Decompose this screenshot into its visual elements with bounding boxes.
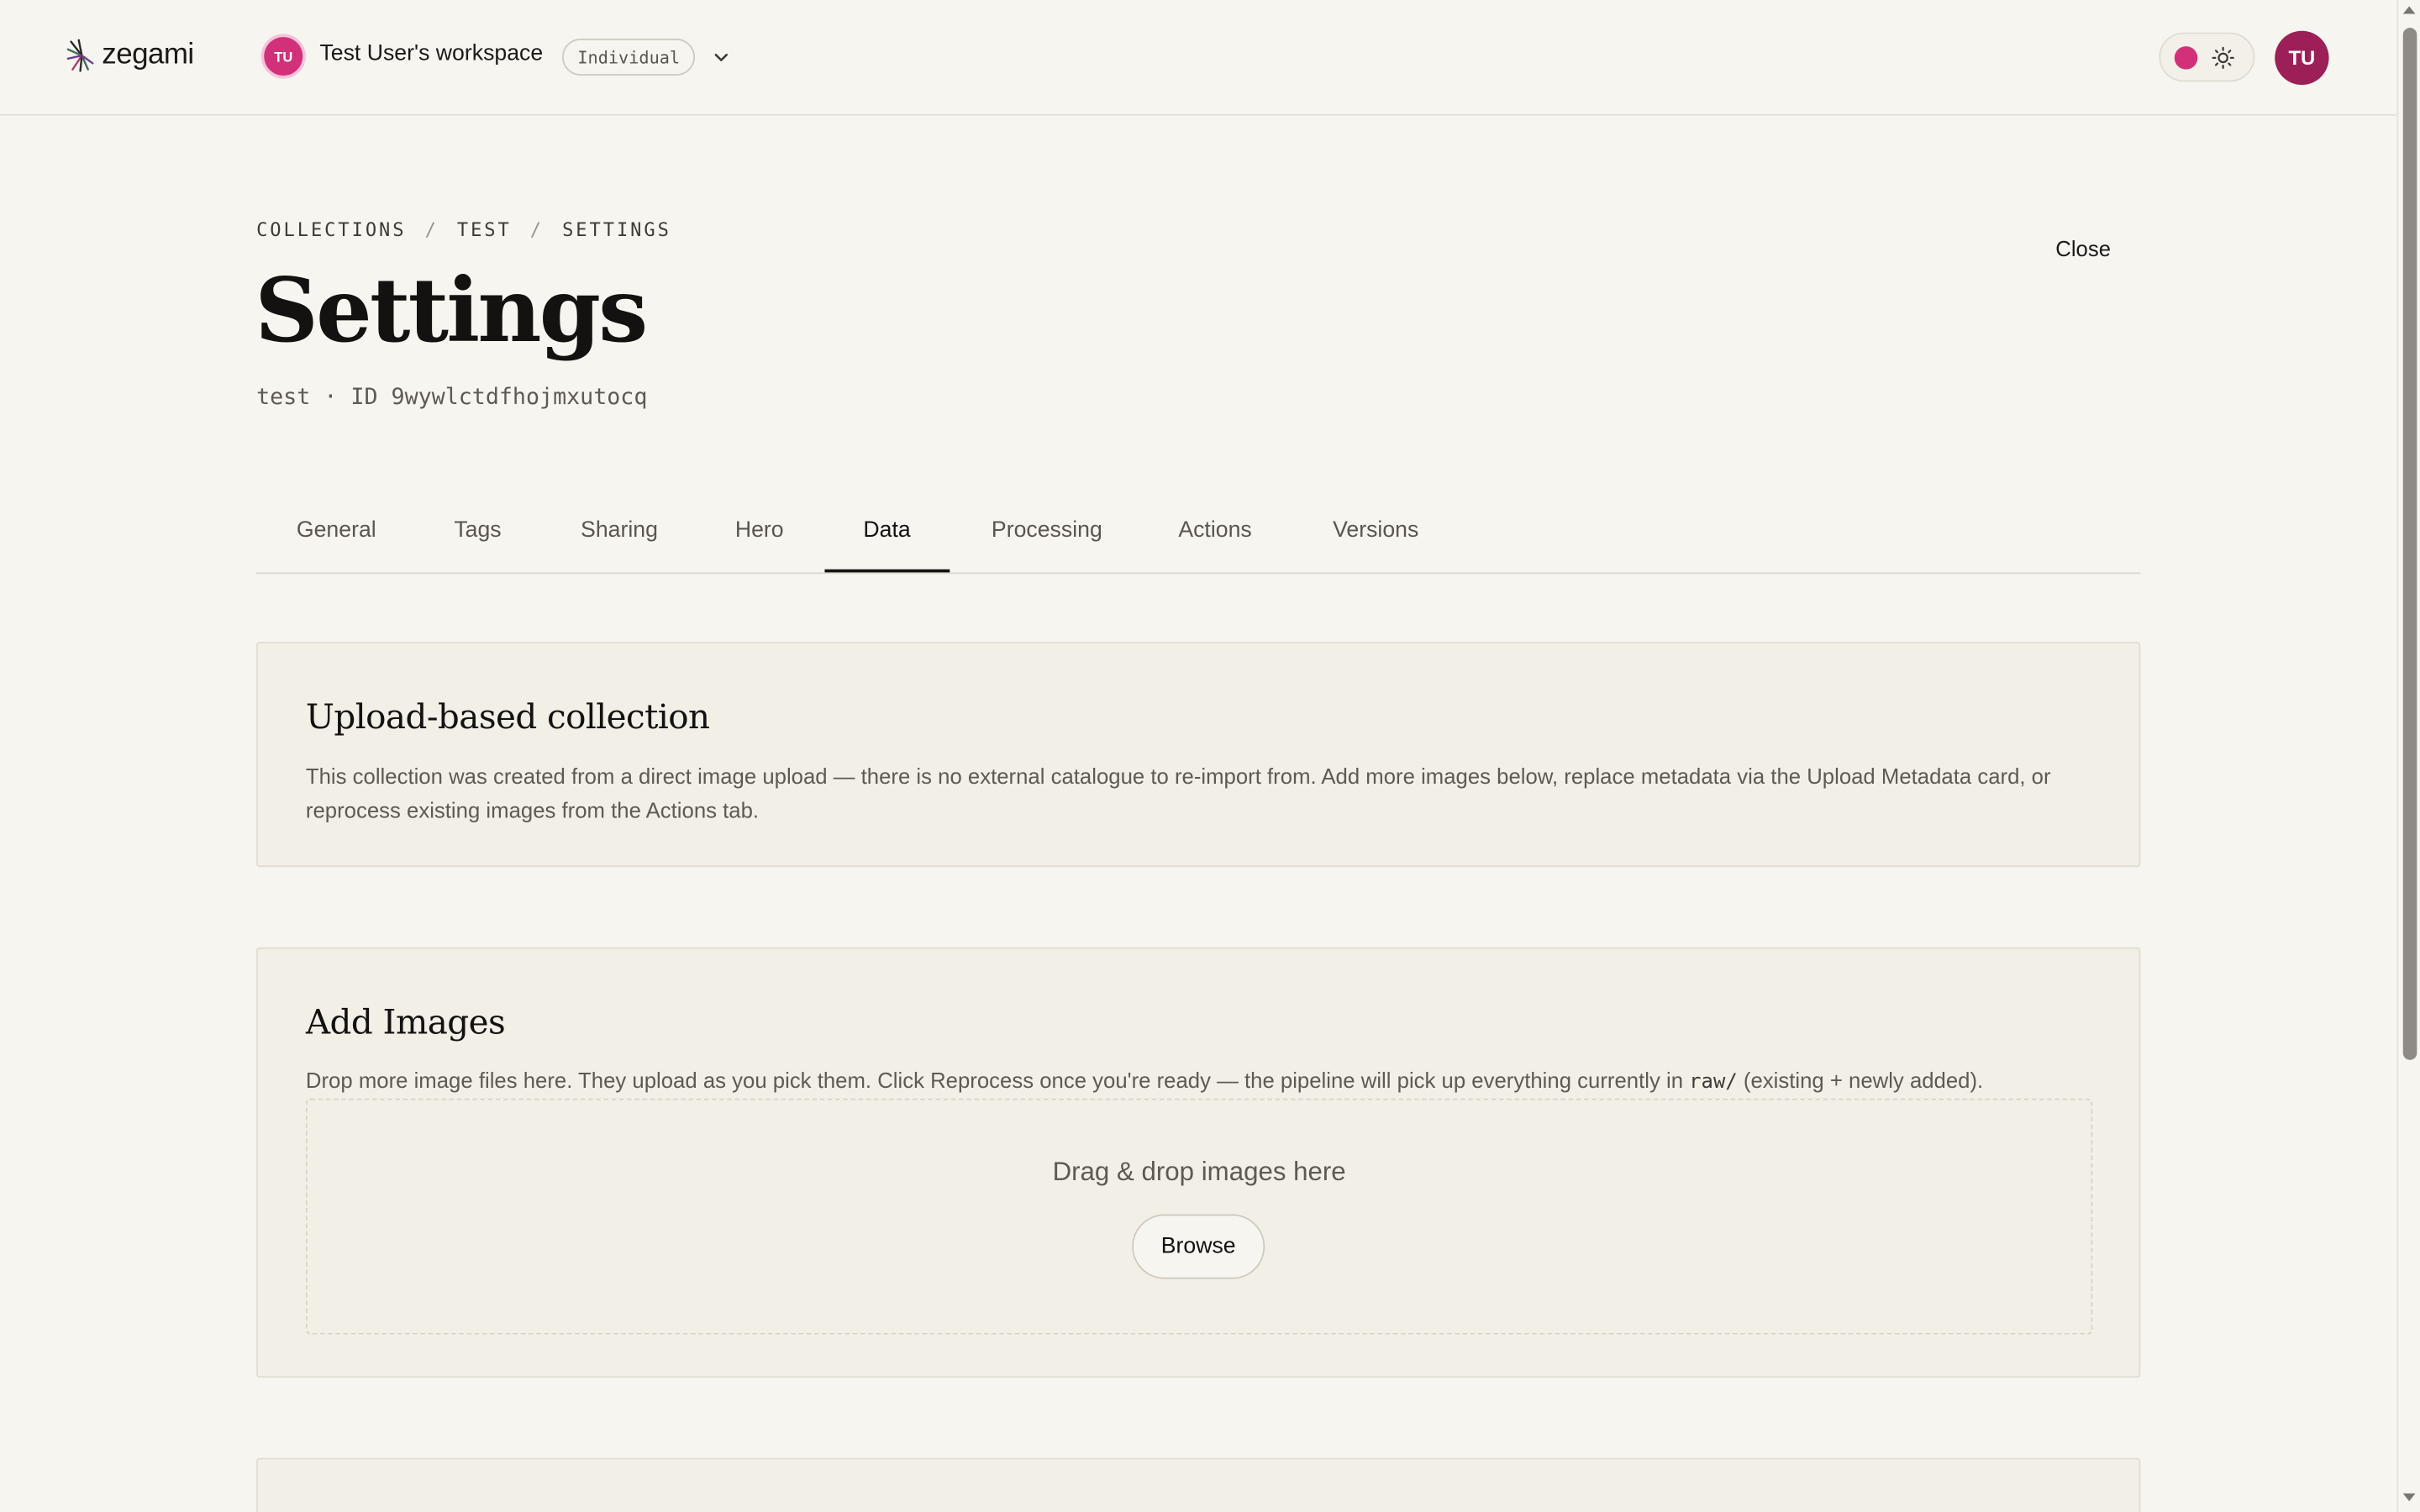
tab-versions[interactable]: Versions (1333, 518, 1418, 543)
tab-data[interactable]: Data (863, 518, 910, 543)
collection-id: test · ID 9wywlctdfhojmxutocq (256, 386, 648, 411)
scrollbar-thumb[interactable] (2402, 28, 2417, 1060)
workspace-avatar[interactable]: TU (264, 37, 303, 76)
tab-tags[interactable]: Tags (454, 518, 501, 543)
breadcrumb-test[interactable]: TEST (457, 219, 512, 241)
tab-actions[interactable]: Actions (1178, 518, 1251, 543)
accent-dot-icon[interactable] (2174, 46, 2198, 70)
breadcrumb-collections[interactable]: COLLECTIONS (256, 219, 406, 241)
tab-general[interactable]: General (297, 518, 376, 543)
theme-toggle[interactable] (2159, 32, 2255, 82)
add-images-card: Add Images Drop more image files here. T… (256, 947, 2141, 1378)
logo-text: zegami (102, 38, 194, 71)
breadcrumb-separator: / (424, 218, 439, 241)
dropzone-text: Drag & drop images here (1052, 1157, 1346, 1187)
active-tab-indicator (824, 569, 950, 573)
zegami-logo-icon (66, 39, 94, 72)
page-title: Settings (255, 259, 648, 363)
upload-card-description: This collection was created from a direc… (305, 764, 2051, 822)
add-images-title: Add Images (305, 1004, 506, 1043)
tab-sharing[interactable]: Sharing (581, 518, 658, 543)
upload-collection-card: Upload-based collection This collection … (256, 642, 2141, 868)
close-button[interactable]: Close (2055, 236, 2111, 260)
add-images-description: Drop more image files here. They upload … (306, 1063, 2097, 1100)
top-bar: zegami TU Test User's workspace Individu… (0, 0, 2397, 116)
add-images-text-before: Drop more image files here. They upload … (305, 1067, 1690, 1093)
chevron-down-icon[interactable] (712, 48, 730, 66)
breadcrumb-settings: SETTINGS (562, 218, 671, 241)
upload-card-title: Upload-based collection (305, 699, 710, 738)
workspace-name[interactable]: Test User's workspace (319, 42, 543, 66)
user-avatar[interactable]: TU (2275, 30, 2329, 86)
breadcrumb-separator: / (529, 218, 544, 241)
scroll-down-arrow-icon[interactable] (2402, 1493, 2416, 1502)
tab-hero[interactable]: Hero (735, 518, 784, 543)
browse-button[interactable]: Browse (1132, 1214, 1265, 1279)
page-scrollbar[interactable] (2396, 0, 2420, 1512)
next-card (256, 1457, 2141, 1512)
plan-badge: Individual (561, 38, 696, 76)
zegami-logo[interactable]: zegami (66, 39, 194, 72)
settings-tabs: General Tags Sharing Hero Data Processin… (256, 494, 2141, 575)
add-images-text-after: (existing + newly added). (1737, 1067, 1984, 1093)
breadcrumb: COLLECTIONS / TEST / SETTINGS (256, 219, 671, 241)
scroll-up-arrow-icon[interactable] (2402, 6, 2416, 14)
tab-processing[interactable]: Processing (992, 518, 1102, 543)
raw-folder-code: raw/ (1689, 1070, 1738, 1095)
image-dropzone[interactable]: Drag & drop images here Browse (305, 1098, 2093, 1335)
sun-icon[interactable] (2212, 46, 2235, 70)
